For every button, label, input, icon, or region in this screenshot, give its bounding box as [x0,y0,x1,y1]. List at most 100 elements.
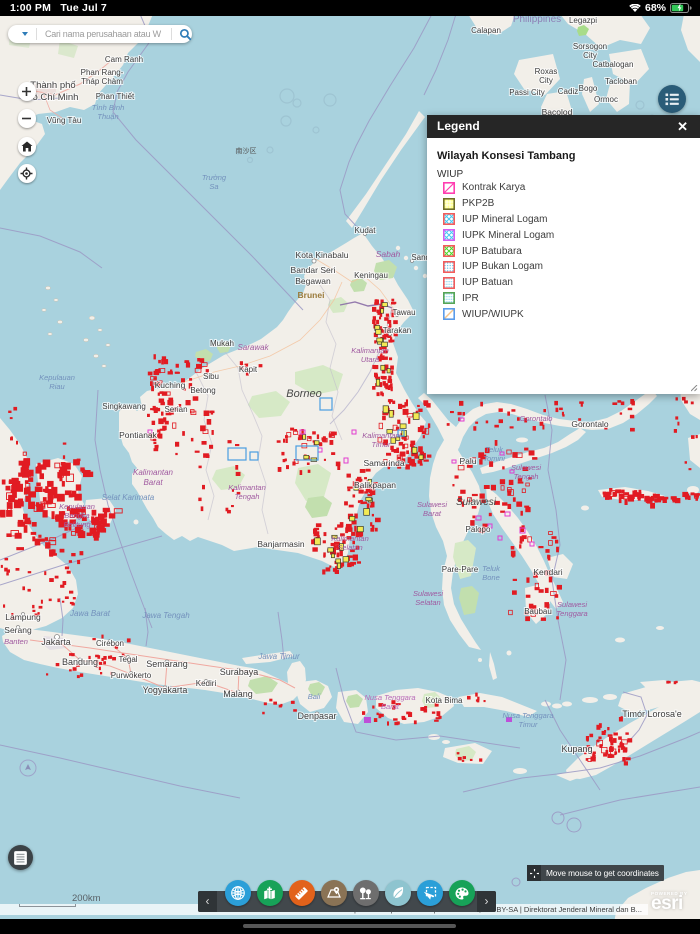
svg-text:Tarakan: Tarakan [383,326,411,335]
svg-text:Serian: Serian [164,405,187,414]
svg-text:Cadiz: Cadiz [558,87,578,96]
svg-text:Bangka: Bangka [64,511,89,520]
svg-text:Pontianak: Pontianak [119,430,158,440]
svg-text:Tawau: Tawau [392,308,415,317]
svg-text:Malang: Malang [223,689,253,699]
svg-text:Jawa Barat: Jawa Barat [69,609,111,618]
svg-text:Sa: Sa [209,182,218,191]
svg-text:Tháp Chàm: Tháp Chàm [81,77,123,86]
svg-text:Nusa Tenggara: Nusa Tenggara [364,693,415,702]
svg-text:Teluk: Teluk [485,445,504,454]
svg-text:Serang: Serang [4,625,32,635]
svg-text:Catbalogan: Catbalogan [593,60,634,69]
svg-text:Yogyakarta: Yogyakarta [143,685,188,695]
svg-text:Pare-Pare: Pare-Pare [442,565,479,574]
svg-text:Gorontalo: Gorontalo [520,414,553,423]
svg-text:Balikpapan: Balikpapan [354,480,396,490]
svg-text:Bandar Seri: Bandar Seri [291,265,336,275]
svg-text:Semarang: Semarang [146,659,188,669]
svg-text:Betong: Betong [190,386,215,395]
svg-text:Kudat: Kudat [355,226,377,235]
svg-text:Belitung: Belitung [63,520,91,529]
svg-text:Tegal: Tegal [118,655,137,664]
svg-text:Cam Ranh: Cam Ranh [105,55,143,64]
svg-text:Kalimantan: Kalimantan [228,483,266,492]
svg-text:Tengah: Tengah [235,492,260,501]
svg-text:Selat Karimata: Selat Karimata [102,493,155,502]
svg-text:Kalimantan: Kalimantan [331,534,369,543]
svg-text:Riau: Riau [49,382,65,391]
svg-text:Utara: Utara [361,355,379,364]
svg-text:Passi City: Passi City [509,88,545,97]
svg-text:Jawa Timur: Jawa Timur [257,652,300,661]
svg-text:Kuching: Kuching [155,380,186,390]
svg-text:Cirebon: Cirebon [96,639,124,648]
svg-text:Roxas: Roxas [535,67,558,76]
svg-text:Sulawesi: Sulawesi [413,589,443,598]
svg-text:Surabaya: Surabaya [220,667,259,677]
svg-text:Sarawak: Sarawak [237,343,269,352]
svg-text:Borneo: Borneo [286,388,321,400]
svg-text:Phan Thiết: Phan Thiết [96,92,135,101]
svg-text:Lampung: Lampung [5,612,41,622]
svg-text:Bandung: Bandung [62,657,98,667]
svg-text:Ormoc: Ormoc [594,95,618,104]
svg-text:Tengah: Tengah [514,472,539,481]
svg-text:Banten: Banten [4,637,28,646]
svg-text:Kepulauan: Kepulauan [59,502,95,511]
svg-text:Kapit: Kapit [239,365,258,374]
svg-text:南沙区: 南沙区 [236,146,257,155]
svg-text:Vũng Tàu: Vũng Tàu [47,116,82,125]
svg-text:Sulawesi: Sulawesi [456,497,497,508]
svg-text:Sulawesi: Sulawesi [557,600,587,609]
svg-text:City: City [583,51,597,60]
svg-text:Barat: Barat [143,478,163,487]
svg-text:Kalimantan: Kalimantan [362,431,400,440]
svg-text:Singkawang: Singkawang [102,402,146,411]
svg-text:Barat: Barat [381,702,400,711]
svg-text:Bone: Bone [482,573,500,582]
svg-text:Jawa Tengah: Jawa Tengah [141,611,190,620]
svg-text:Kendari: Kendari [533,567,562,577]
svg-text:City: City [539,76,553,85]
svg-text:Gorontalo: Gorontalo [571,419,609,429]
svg-text:Tình Bình: Tình Bình [92,103,125,112]
svg-text:Sulawesi: Sulawesi [511,463,541,472]
svg-text:Phan Rang-: Phan Rang- [81,68,124,77]
svg-text:Bali: Bali [308,692,321,701]
svg-text:Thành phố: Thành phố [30,80,76,91]
svg-text:Begawan: Begawan [295,276,331,286]
svg-text:Palopo: Palopo [466,525,491,534]
svg-text:Thuận: Thuận [97,112,118,121]
svg-text:Calapan: Calapan [471,26,501,35]
svg-text:Tomini: Tomini [483,454,505,463]
svg-text:Timur: Timur [371,440,391,449]
svg-text:Banjarmasin: Banjarmasin [257,539,305,549]
svg-text:Kota Kinabalu: Kota Kinabalu [296,250,349,260]
svg-text:Brunei: Brunei [298,290,325,300]
svg-text:Sibu: Sibu [203,372,219,381]
svg-text:Nusa Tenggara: Nusa Tenggara [502,711,553,720]
svg-text:Keningau: Keningau [354,271,388,280]
svg-text:Tacloban: Tacloban [605,77,637,86]
svg-text:Samarinda: Samarinda [363,458,404,468]
svg-text:Palu: Palu [459,456,476,466]
svg-text:Selatan: Selatan [337,543,362,552]
svg-text:Timur: Timur [518,720,538,729]
svg-text:Timór Lorosa'e: Timór Lorosa'e [622,709,681,719]
svg-text:Kalimantan: Kalimantan [133,468,174,477]
svg-text:Tenggara: Tenggara [556,609,587,618]
svg-text:Teluk: Teluk [482,564,501,573]
svg-text:Purwokerto: Purwokerto [111,671,152,680]
svg-text:Barat: Barat [423,509,442,518]
svg-text:Sulawesi: Sulawesi [417,500,447,509]
svg-text:Kupang: Kupang [561,744,592,754]
svg-text:Kepulauan: Kepulauan [39,373,75,382]
svg-text:Jakarta: Jakarta [41,637,71,647]
svg-text:Trường: Trường [202,173,227,182]
svg-text:Denpasar: Denpasar [297,711,336,721]
svg-text:Kota Bima: Kota Bima [426,696,463,705]
svg-text:Sorsogon: Sorsogon [573,42,607,51]
svg-text:Legazpi: Legazpi [569,16,597,25]
svg-text:Sabah: Sabah [376,249,401,259]
